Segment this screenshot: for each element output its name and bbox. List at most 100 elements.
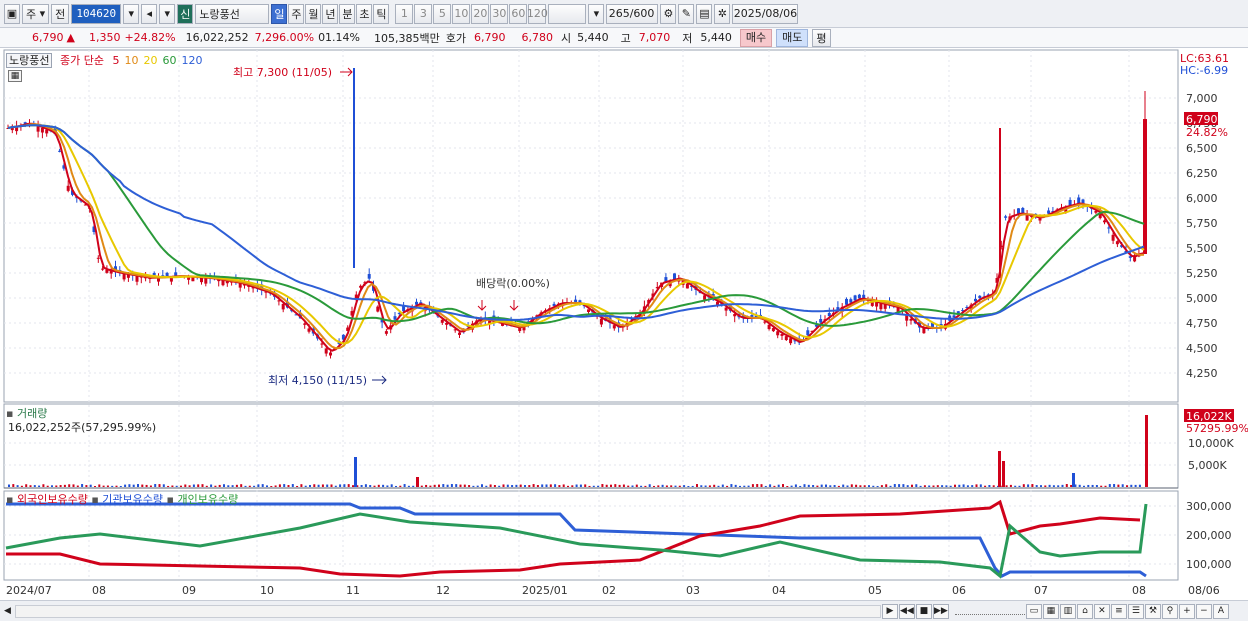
pattern-icon[interactable]: ≡ bbox=[1110, 603, 1127, 619]
volume-bar bbox=[33, 485, 36, 487]
volume-bar bbox=[89, 484, 92, 487]
buy-button[interactable]: 매수 bbox=[739, 28, 773, 47]
volume-bar bbox=[992, 485, 995, 487]
volume-bar bbox=[799, 485, 802, 487]
stock-code-input[interactable]: 104620 bbox=[71, 3, 122, 24]
volume-bar bbox=[51, 485, 53, 487]
sound-icon[interactable]: ◂ bbox=[141, 3, 158, 24]
price-legend: 노랑풍선 종가 단순 5 10 20 60 120 bbox=[6, 52, 202, 68]
window-icon[interactable]: ▣ bbox=[4, 3, 20, 24]
interval-1[interactable]: 1 bbox=[395, 3, 414, 24]
lock-icon[interactable]: ⌂ bbox=[1076, 603, 1093, 619]
candle-body bbox=[367, 274, 371, 279]
volume-bar bbox=[149, 485, 152, 487]
stop-icon[interactable]: ■ bbox=[915, 603, 932, 619]
volume-bar bbox=[106, 485, 109, 487]
sell-button[interactable]: 매도 bbox=[776, 28, 809, 47]
scroll-left-icon[interactable]: ◀ bbox=[4, 606, 11, 616]
tab-period-0[interactable]: 일 bbox=[271, 3, 288, 24]
volume-bar bbox=[472, 485, 475, 487]
gear-icon[interactable]: ✲ bbox=[714, 3, 731, 24]
candle-body bbox=[819, 319, 823, 323]
legend-institution[interactable]: 기관보유수량 bbox=[102, 493, 163, 506]
interval-3[interactable]: 3 bbox=[414, 3, 433, 24]
legend-ma-type[interactable]: 종가 단순 bbox=[60, 54, 104, 67]
volume-bar bbox=[309, 484, 311, 487]
volume-bar bbox=[1061, 484, 1064, 487]
legend-individual[interactable]: 개인보유수량 bbox=[177, 493, 238, 506]
tab-period-4[interactable]: 분 bbox=[339, 3, 356, 24]
compare-icon[interactable]: ▥ bbox=[1059, 603, 1076, 619]
volume-bar bbox=[790, 485, 793, 487]
legend-stock-name[interactable]: 노랑풍선 bbox=[6, 53, 53, 68]
volume-bar bbox=[231, 485, 234, 487]
zoom-slider[interactable] bbox=[954, 607, 1025, 615]
volume-bar bbox=[855, 484, 858, 487]
interval-60[interactable]: 60 bbox=[509, 3, 528, 24]
volume-bar bbox=[1005, 485, 1008, 487]
crosshair-icon[interactable]: ✕ bbox=[1093, 603, 1110, 619]
volume-bar bbox=[330, 484, 333, 487]
tab-period-1[interactable]: 주 bbox=[288, 3, 305, 24]
rewind-icon[interactable]: ◀◀ bbox=[898, 603, 915, 619]
period-type-select[interactable]: 주 ▾ bbox=[22, 3, 50, 24]
legend-ma-10[interactable]: 10 bbox=[124, 54, 138, 67]
volume-bar bbox=[1134, 484, 1137, 487]
prev-button[interactable]: 전 bbox=[51, 3, 70, 24]
interval-dropdown[interactable] bbox=[548, 3, 587, 24]
chevron-down-icon[interactable]: ▾ bbox=[159, 3, 176, 24]
save-icon[interactable]: ▤ bbox=[696, 3, 713, 24]
volume-bar bbox=[1091, 484, 1094, 487]
zoom-in-icon[interactable]: + bbox=[1178, 603, 1195, 619]
calendar-icon[interactable]: ▦ bbox=[8, 70, 22, 82]
date-field[interactable]: 2025/08/06 bbox=[732, 3, 799, 24]
interval-30[interactable]: 30 bbox=[490, 3, 509, 24]
legend-foreign[interactable]: 외국인보유수량 bbox=[17, 493, 88, 506]
candle-settings-icon[interactable]: ⚙ bbox=[660, 3, 677, 24]
volume-bar bbox=[29, 485, 32, 487]
grid-icon[interactable]: ▦ bbox=[1042, 603, 1059, 619]
zoom-icon[interactable]: ⚲ bbox=[1161, 603, 1178, 619]
price-tick-label: 5,750 bbox=[1186, 217, 1218, 230]
volume-panel-frame bbox=[3, 403, 1179, 489]
tab-period-3[interactable]: 년 bbox=[322, 3, 339, 24]
fast-forward-icon[interactable]: ▶▶ bbox=[932, 603, 949, 619]
volume-bar bbox=[304, 485, 307, 487]
layout-icon[interactable]: ▭ bbox=[1025, 603, 1042, 619]
stock-name-field[interactable]: 노랑풍선 bbox=[195, 3, 270, 24]
turnover: 01.14% bbox=[318, 31, 361, 44]
tools-icon[interactable]: ⚒ bbox=[1144, 603, 1161, 619]
eval-button[interactable]: 평 bbox=[812, 28, 831, 47]
candle-body bbox=[96, 257, 100, 259]
legend-ma-120[interactable]: 120 bbox=[181, 54, 202, 67]
interval-20[interactable]: 20 bbox=[471, 3, 490, 24]
count-field[interactable]: 265/600 bbox=[606, 3, 659, 24]
candle-body bbox=[857, 294, 861, 299]
legend-ma-20[interactable]: 20 bbox=[143, 54, 157, 67]
volume-bar bbox=[756, 484, 759, 487]
font-size-icon[interactable]: A bbox=[1212, 603, 1229, 619]
volume-bar bbox=[115, 485, 118, 487]
volume-bar bbox=[227, 485, 230, 487]
list-icon[interactable]: ☰ bbox=[1127, 603, 1144, 619]
interval-10[interactable]: 10 bbox=[452, 3, 471, 24]
interval-5[interactable]: 5 bbox=[433, 3, 452, 24]
zoom-out-icon[interactable]: − bbox=[1195, 603, 1212, 619]
interval-120[interactable]: 120 bbox=[527, 3, 548, 24]
tab-period-6[interactable]: 틱 bbox=[373, 3, 390, 24]
stock-chart[interactable]: 7,0006,7506,5006,2506,0005,7505,5005,250… bbox=[0, 48, 1248, 600]
legend-ma-5[interactable]: 5 bbox=[112, 54, 119, 67]
legend-ma-60[interactable]: 60 bbox=[162, 54, 176, 67]
volume-bar bbox=[665, 485, 668, 487]
tab-period-2[interactable]: 월 bbox=[305, 3, 322, 24]
volume-bar bbox=[296, 485, 299, 487]
volume-bar bbox=[63, 484, 66, 487]
volume-bar bbox=[597, 485, 600, 487]
code-dropdown-icon[interactable]: ▾ bbox=[123, 3, 140, 24]
tab-period-5[interactable]: 초 bbox=[356, 3, 373, 24]
scroll-right-icon[interactable]: ▶ bbox=[881, 603, 898, 619]
chevron-down-icon[interactable]: ▾ bbox=[588, 3, 605, 24]
draw-tool-icon[interactable]: ✎ bbox=[678, 3, 695, 24]
horizontal-scrollbar[interactable] bbox=[14, 604, 881, 618]
volume-bar bbox=[266, 485, 268, 487]
